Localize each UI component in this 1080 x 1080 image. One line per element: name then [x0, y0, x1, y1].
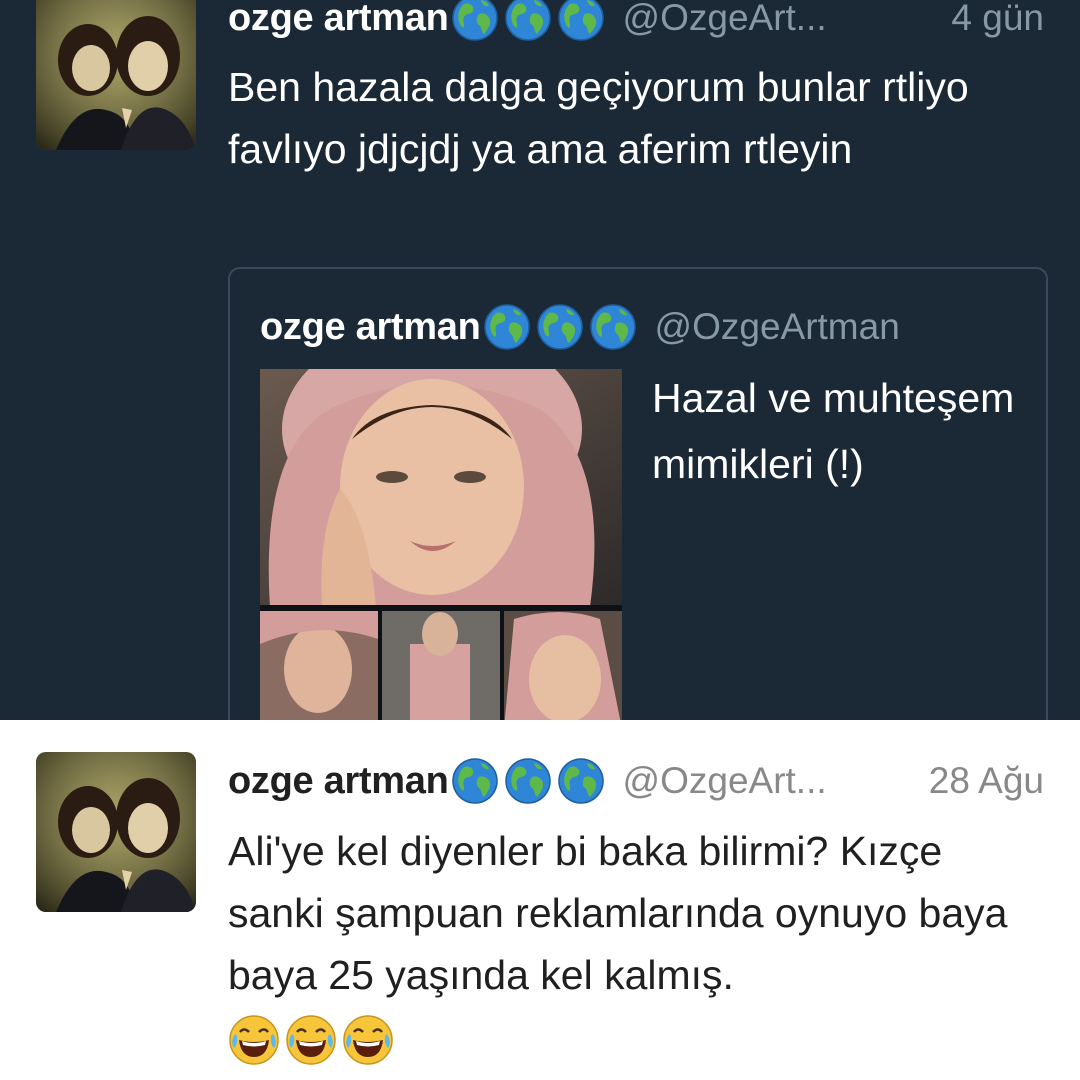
- globe-icon: [483, 303, 531, 351]
- thumb-1[interactable]: [260, 611, 378, 720]
- quoted-name-emojis: [483, 303, 637, 351]
- avatar[interactable]: [36, 752, 196, 912]
- quoted-author-handle: @OzgeArtman: [654, 306, 900, 347]
- tweet-bottom[interactable]: ozge artman @OzgeArt... 28 Ağu Ali'ye ke…: [0, 720, 1080, 1080]
- globe-icon: [504, 0, 552, 42]
- tweet-emojis: [228, 1014, 394, 1066]
- quoted-tweet-text: Hazal ve muhteşem mimikleri (!): [652, 375, 1015, 487]
- globe-icon: [451, 757, 499, 805]
- tweet-text: Ali'ye kel diyenler bi baka bilirmi? Kız…: [228, 828, 1008, 998]
- timestamp[interactable]: 4 gün: [951, 0, 1044, 39]
- quoted-tweet[interactable]: ozge artman @OzgeArtman Hazal ve muhteşe…: [228, 267, 1048, 720]
- thumb-2[interactable]: [382, 611, 500, 720]
- main-face-photo[interactable]: [260, 324, 622, 607]
- globe-icon: [589, 303, 637, 351]
- author-handle[interactable]: @OzgeArt...: [623, 0, 942, 39]
- thumb-3[interactable]: [504, 611, 622, 720]
- tweet-header: ozge artman @OzgeArt... 28 Ağu: [228, 759, 1044, 803]
- name-emojis: [451, 0, 605, 42]
- author-name[interactable]: ozge artman: [228, 0, 449, 40]
- author-handle[interactable]: @OzgeArt...: [623, 760, 919, 802]
- timestamp[interactable]: 28 Ağu: [929, 760, 1044, 802]
- author-name[interactable]: ozge artman: [228, 760, 449, 803]
- laughing-tears-icon: [228, 1014, 280, 1066]
- avatar[interactable]: [36, 0, 196, 150]
- laughing-tears-icon: [285, 1014, 337, 1066]
- laughing-tears-icon: [342, 1014, 394, 1066]
- quoted-author-name: ozge artman: [260, 305, 481, 348]
- quoted-tweet-header: ozge artman @OzgeArtman: [260, 305, 1016, 349]
- name-emojis: [451, 757, 605, 805]
- quoted-media[interactable]: [260, 324, 622, 720]
- tweet-top[interactable]: ozge artman @OzgeArt... 4 gün Ben hazala…: [0, 0, 1080, 720]
- globe-icon: [557, 0, 605, 42]
- media-collage: [260, 324, 622, 720]
- globe-icon: [504, 757, 552, 805]
- globe-icon: [451, 0, 499, 42]
- tweet-header: ozge artman @OzgeArt... 4 gün: [228, 0, 1044, 40]
- globe-icon: [536, 303, 584, 351]
- avatar-photo: [36, 0, 196, 150]
- globe-icon: [557, 757, 605, 805]
- avatar-photo: [36, 752, 196, 912]
- tweet-text: Ben hazala dalga geçiyorum bunlar rtliyo…: [228, 64, 969, 172]
